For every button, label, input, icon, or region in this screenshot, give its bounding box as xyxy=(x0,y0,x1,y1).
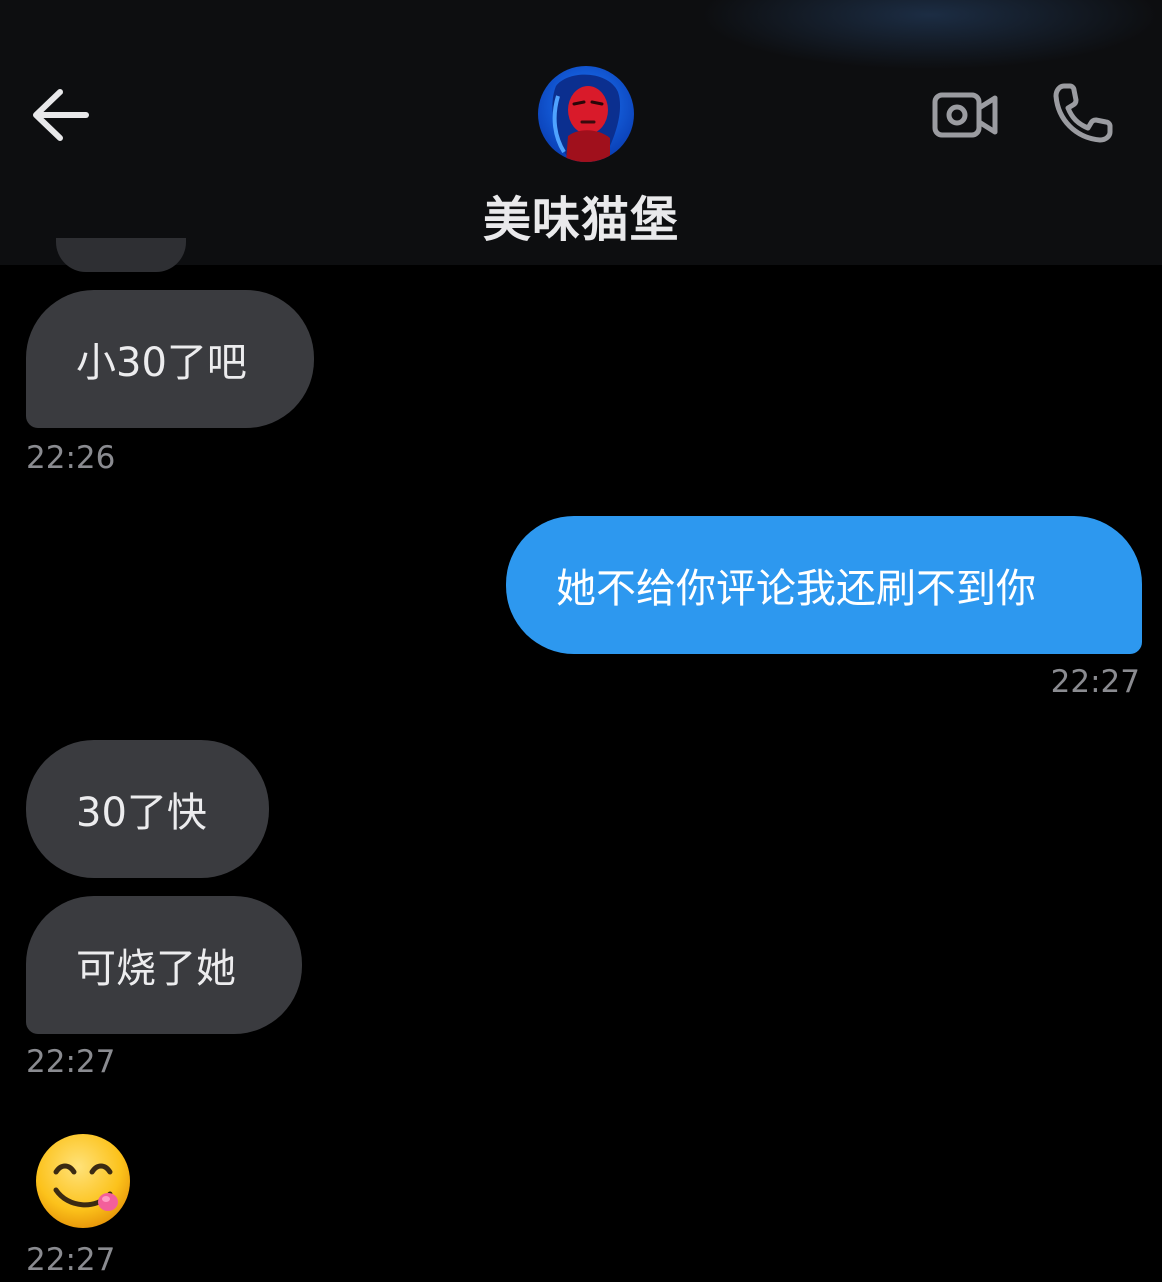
header-glow xyxy=(700,0,1160,70)
message-timestamp: 22:27 xyxy=(1050,664,1140,700)
arrow-left-icon[interactable] xyxy=(30,86,92,144)
message-timestamp: 22:26 xyxy=(26,440,116,476)
incoming-message-bubble[interactable]: 30了快 xyxy=(26,740,269,878)
yum-face-emoji-icon[interactable] xyxy=(34,1132,132,1230)
outgoing-message-bubble[interactable]: 她不给你评论我还刷不到你 xyxy=(506,516,1142,654)
chat-header: 美味猫堡 xyxy=(0,0,1162,265)
phone-icon[interactable] xyxy=(1050,80,1118,146)
message-text: 小30了吧 xyxy=(76,340,247,386)
partial-message-bubble xyxy=(56,238,186,272)
video-camera-icon[interactable] xyxy=(930,86,1000,144)
chat-screen: 美味猫堡 小30了吧 22:26 她不给你评论我还刷不到你 22:27 30了快… xyxy=(0,0,1162,1282)
message-text: 她不给你评论我还刷不到你 xyxy=(556,566,1036,612)
message-timestamp: 22:27 xyxy=(26,1242,116,1278)
contact-avatar[interactable] xyxy=(538,66,634,162)
incoming-message-bubble[interactable]: 可烧了她 xyxy=(26,896,302,1034)
avatar-illustration xyxy=(538,66,634,162)
message-text: 30了快 xyxy=(76,790,207,836)
incoming-message-bubble[interactable]: 小30了吧 xyxy=(26,290,314,428)
message-timestamp: 22:27 xyxy=(26,1044,116,1080)
message-text: 可烧了她 xyxy=(76,946,236,992)
